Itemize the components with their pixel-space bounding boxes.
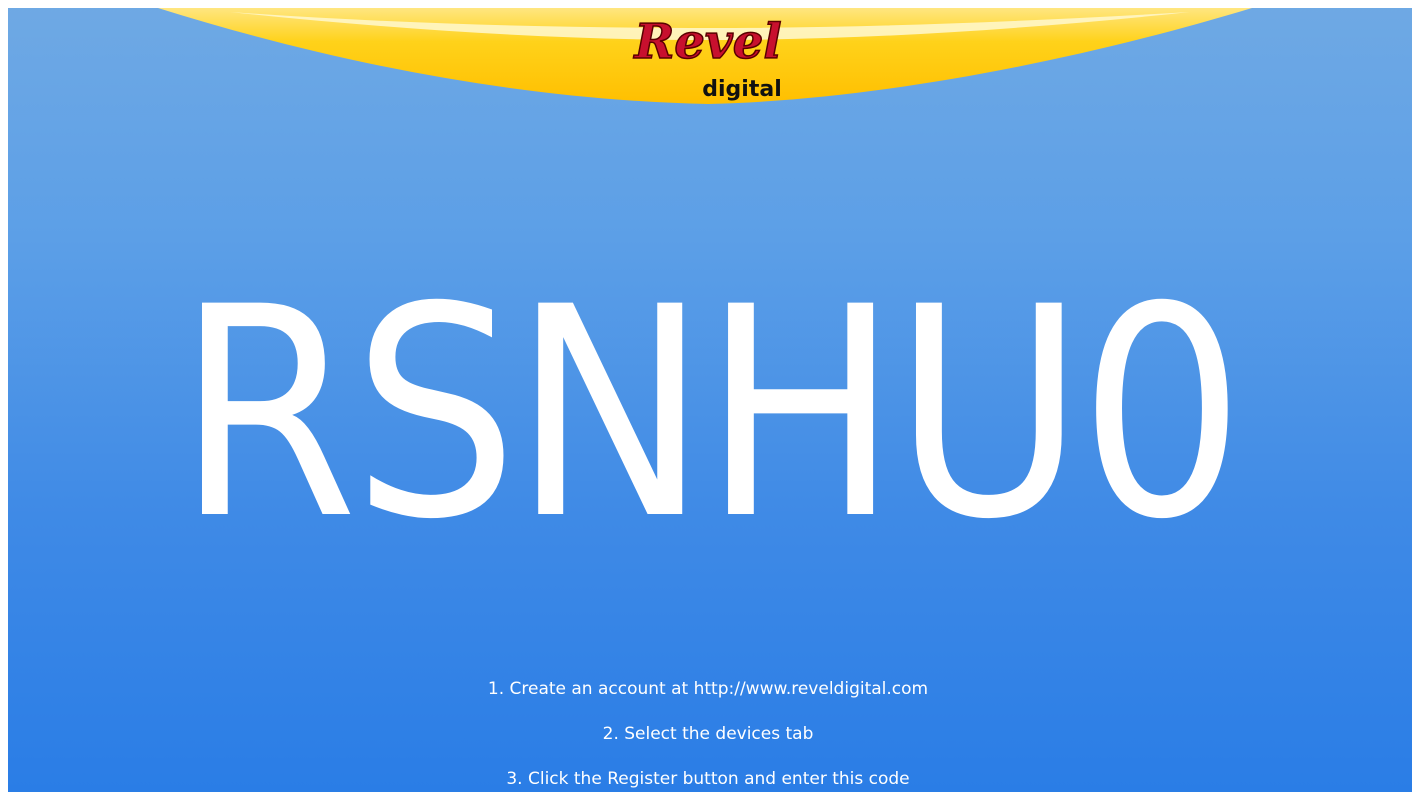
instruction-step-3: 3. Click the Register button and enter t… — [506, 769, 910, 789]
logo-subtext: digital — [702, 77, 781, 102]
logo-text: Revel — [632, 14, 781, 70]
header-banner: Revel digital — [158, 8, 1252, 104]
instruction-step-1: 1. Create an account at http://www.revel… — [487, 679, 929, 699]
registration-code: RSNHU0 — [176, 246, 1245, 583]
registration-instructions: 1. Create an account at http://www.revel… — [0, 677, 1416, 792]
instruction-step-2: 2. Select the devices tab — [602, 724, 814, 744]
